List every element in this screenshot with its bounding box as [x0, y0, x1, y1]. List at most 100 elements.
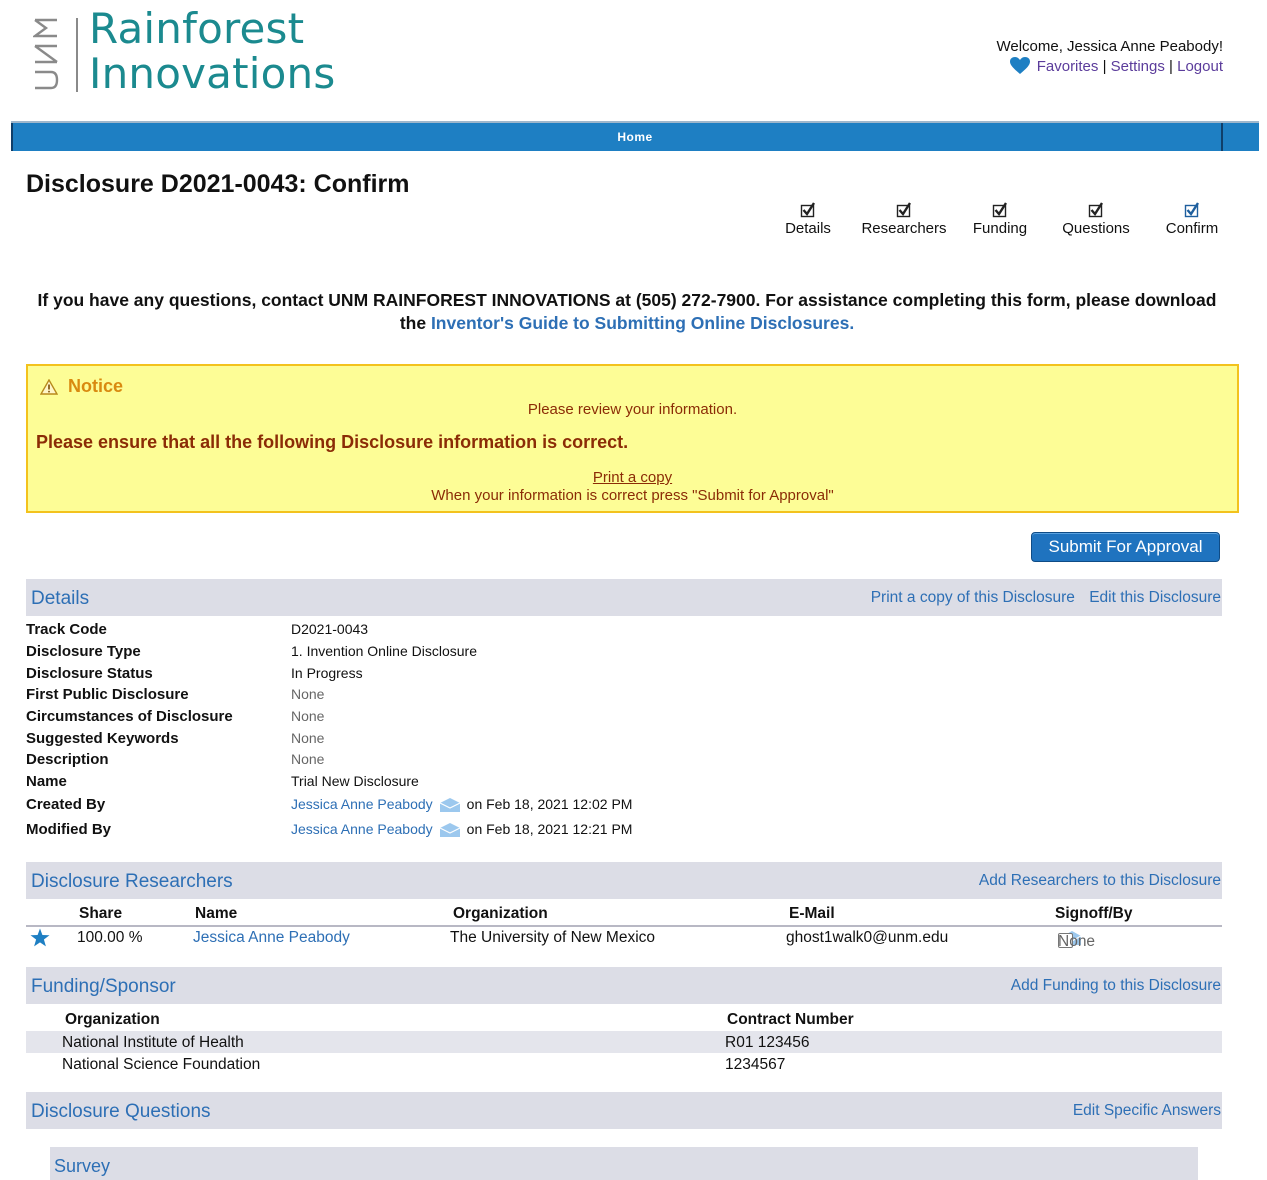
email-icon[interactable]	[439, 797, 461, 813]
page-title: Disclosure D2021-0043: Confirm	[26, 170, 410, 198]
detail-label: Track Code	[26, 621, 107, 638]
heart-icon	[1009, 57, 1030, 74]
detail-value: None	[291, 686, 325, 702]
modified-by-person-link[interactable]: Jessica Anne Peabody	[291, 821, 433, 837]
table-row: National Science Foundation 1234567	[26, 1053, 1222, 1075]
funding-contract: R01 123456	[725, 1034, 810, 1051]
step-details[interactable]: Details	[760, 202, 856, 237]
researchers-section-header: Disclosure Researchers Add Researchers t…	[26, 862, 1222, 899]
created-by-time: on Feb 18, 2021 12:02 PM	[466, 796, 633, 812]
unm-logo-mark	[33, 18, 59, 90]
settings-link[interactable]: Settings	[1111, 58, 1165, 75]
questions-section-header: Disclosure Questions Edit Specific Answe…	[26, 1092, 1222, 1129]
logo-line-2: Innovations	[89, 49, 336, 98]
logo-text: Rainforest Innovations	[89, 6, 335, 96]
detail-value: None	[291, 751, 325, 767]
funding-table-header: Organization Contract Number	[26, 1007, 1222, 1033]
detail-label: First Public Disclosure	[26, 686, 189, 703]
detail-label: Modified By	[26, 821, 111, 838]
print-disclosure-link[interactable]: Print a copy of this Disclosure	[871, 589, 1075, 606]
detail-label: Disclosure Type	[26, 643, 141, 660]
table-row: National Institute of Health R01 123456	[26, 1031, 1222, 1053]
detail-value: Trial New Disclosure	[291, 773, 419, 789]
unm-logo[interactable]: Rainforest Innovations	[33, 6, 363, 96]
add-funding-link[interactable]: Add Funding to this Disclosure	[1011, 977, 1221, 994]
logo-line-1: Rainforest	[89, 4, 305, 53]
funding-organization: National Science Foundation	[62, 1056, 261, 1073]
detail-value: None	[291, 708, 325, 724]
survey-section-header: Survey	[50, 1147, 1198, 1180]
step-label: Confirm	[1165, 220, 1219, 237]
questions-title: Disclosure Questions	[31, 1101, 211, 1122]
column-header: Organization	[453, 905, 548, 922]
detail-value: In Progress	[291, 665, 363, 681]
detail-label: Circumstances of Disclosure	[26, 708, 233, 725]
signoff-cell: None	[1058, 929, 1095, 950]
detail-label: Suggested Keywords	[26, 730, 179, 747]
detail-label: Name	[26, 773, 67, 790]
details-title: Details	[31, 588, 90, 609]
email-icon[interactable]	[439, 822, 461, 838]
step-researchers[interactable]: Researchers	[856, 202, 952, 237]
created-by-person-link[interactable]: Jessica Anne Peabody	[291, 796, 433, 812]
checkbox-checked-icon	[1184, 202, 1200, 218]
welcome-text: Welcome, Jessica Anne Peabody!	[996, 38, 1223, 55]
funding-section-header: Funding/Sponsor Add Funding to this Disc…	[26, 967, 1222, 1004]
separator: |	[1169, 58, 1173, 75]
user-links: Favorites | Settings | Logout	[996, 56, 1223, 76]
funding-title: Funding/Sponsor	[31, 976, 176, 997]
funding-contract: 1234567	[725, 1056, 786, 1073]
user-box: Welcome, Jessica Anne Peabody! Favorites…	[996, 37, 1223, 76]
detail-value: Jessica Anne Peabody on Feb 18, 2021 12:2…	[291, 821, 632, 838]
researcher-organization: The University of New Mexico	[450, 929, 656, 946]
notice-title: Notice	[68, 376, 124, 396]
signoff-value: None	[1058, 933, 1096, 950]
details-links: Print a copy of this Disclosure Edit thi…	[861, 589, 1221, 607]
survey-title: Survey	[54, 1156, 111, 1176]
researcher-email: ghost1walk0@unm.edu	[786, 929, 949, 946]
column-header: Organization	[65, 1011, 160, 1028]
step-confirm[interactable]: Confirm	[1144, 202, 1240, 237]
add-researchers-link[interactable]: Add Researchers to this Disclosure	[979, 872, 1221, 889]
modified-by-time: on Feb 18, 2021 12:21 PM	[466, 821, 633, 837]
notice-instruction: When your information is correct press "…	[431, 487, 834, 504]
column-header: E-Mail	[789, 905, 835, 922]
warning-icon	[40, 378, 58, 395]
researchers-table-header: Share Name Organization E-Mail Signoff/B…	[26, 901, 1222, 927]
detail-label: Created By	[26, 796, 106, 813]
checkbox-checked-icon	[992, 202, 1008, 218]
detail-value: Jessica Anne Peabody on Feb 18, 2021 12:0…	[291, 796, 632, 813]
step-funding[interactable]: Funding	[952, 202, 1048, 237]
nav-home-link[interactable]: Home	[11, 130, 1259, 144]
detail-value: None	[291, 730, 325, 746]
contact-message: If you have any questions, contact UNM R…	[22, 289, 1232, 335]
print-copy-link[interactable]: Print a copy	[593, 469, 672, 486]
column-header: Signoff/By	[1055, 905, 1133, 922]
step-label: Researchers	[861, 220, 947, 237]
step-questions[interactable]: Questions	[1048, 202, 1144, 237]
funding-organization: National Institute of Health	[62, 1034, 244, 1051]
separator: |	[1102, 58, 1107, 75]
detail-label: Disclosure Status	[26, 665, 153, 682]
favorites-link[interactable]: Favorites	[1037, 58, 1099, 75]
researcher-name-link[interactable]: Jessica Anne Peabody	[193, 929, 350, 946]
inventors-guide-link[interactable]: Inventor's Guide to Submitting Online Di…	[431, 313, 854, 333]
detail-label: Description	[26, 751, 109, 768]
submit-for-approval-button[interactable]: Submit For Approval	[1031, 532, 1220, 562]
step-label: Details	[785, 220, 831, 237]
step-label: Questions	[1062, 220, 1130, 237]
edit-specific-answers-link[interactable]: Edit Specific Answers	[1073, 1102, 1221, 1119]
star-icon	[30, 928, 50, 947]
researchers-title: Disclosure Researchers	[31, 871, 233, 892]
notice-box: Notice Please review your information. P…	[26, 364, 1239, 513]
column-header: Contract Number	[727, 1011, 854, 1028]
checkbox-checked-icon	[800, 202, 816, 218]
checkbox-checked-icon	[1088, 202, 1104, 218]
edit-disclosure-link[interactable]: Edit this Disclosure	[1089, 589, 1221, 606]
detail-value: 1. Invention Online Disclosure	[291, 643, 477, 659]
detail-value: D2021-0043	[291, 621, 369, 637]
table-row: 100.00 % Jessica Anne Peabody The Univer…	[26, 925, 1222, 950]
logout-link[interactable]: Logout	[1177, 58, 1223, 75]
checkbox-checked-icon	[896, 202, 912, 218]
top-nav: Home	[11, 121, 1259, 151]
